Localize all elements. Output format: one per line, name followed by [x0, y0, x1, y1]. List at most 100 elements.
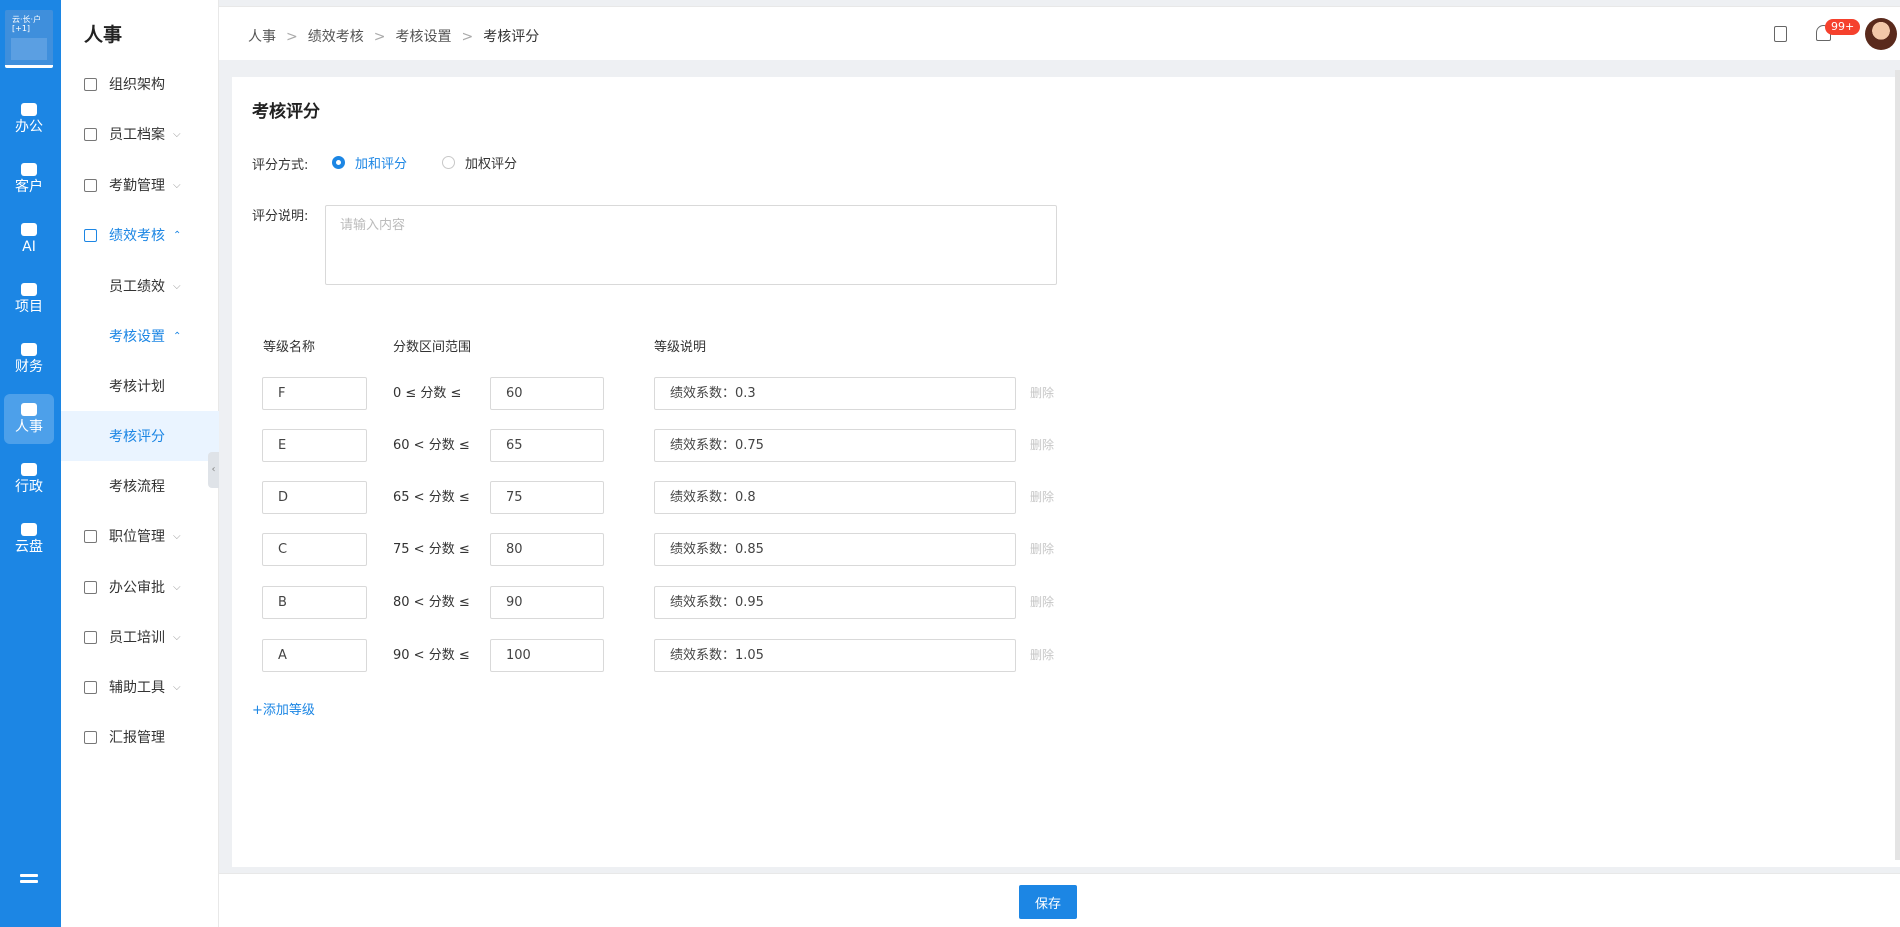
rail-item-cloud[interactable]: 云盘 — [4, 514, 54, 564]
level-desc-input[interactable]: 绩效系数：0.3 — [654, 377, 1016, 410]
sidebar-sub-employee-performance[interactable]: 员工绩效 ⌵ — [61, 261, 219, 311]
radio-weighted-scoring[interactable]: 加权评分 — [442, 153, 517, 172]
report-icon — [84, 730, 97, 744]
sidebar-item-tools[interactable]: 辅助工具 ⌵ — [61, 662, 219, 712]
delete-level-button[interactable]: 删除 — [1030, 586, 1054, 619]
scoring-card: 考核评分 评分方式: 加和评分 加权评分 评分说明: 请输入内容 等级名称 分数… — [232, 77, 1900, 867]
chevron-down-icon: ⌵ — [173, 581, 181, 593]
level-name-input[interactable]: C — [262, 533, 367, 566]
logo-text: 云·长·户 [+1] — [12, 15, 42, 33]
breadcrumb: 人事 > 绩效考核 > 考核设置 > 考核评分 — [248, 29, 540, 45]
id-badge-icon — [21, 403, 37, 416]
level-desc-input[interactable]: 绩效系数：0.85 — [654, 533, 1016, 566]
delete-level-button[interactable]: 删除 — [1030, 533, 1054, 566]
delete-level-button[interactable]: 删除 — [1030, 429, 1054, 462]
rail-item-admin[interactable]: 行政 — [4, 454, 54, 504]
level-name-input[interactable]: A — [262, 639, 367, 672]
breadcrumb-item[interactable]: 人事 — [248, 29, 276, 45]
footer-bar: 保存 — [219, 873, 1900, 927]
level-name-input[interactable]: D — [262, 481, 367, 514]
description-label: 评分说明: — [252, 209, 309, 224]
chart-icon — [84, 228, 97, 242]
level-name-input[interactable]: F — [262, 377, 367, 410]
page-title: 考核评分 — [252, 102, 320, 122]
range-max-input[interactable]: 80 — [490, 533, 604, 566]
money-bag-icon — [21, 343, 37, 356]
scrollbar[interactable] — [1895, 70, 1900, 860]
avatar[interactable] — [1865, 18, 1897, 50]
sidebar-item-reports[interactable]: 汇报管理 — [61, 712, 219, 762]
rail-item-project[interactable]: 项目 — [4, 274, 54, 324]
approve-icon — [84, 580, 97, 594]
chevron-down-icon: ⌵ — [173, 681, 181, 693]
ai-icon — [21, 223, 37, 236]
training-icon — [84, 630, 97, 644]
column-header-score-range: 分数区间范围 — [393, 340, 472, 355]
delete-level-button[interactable]: 删除 — [1030, 481, 1054, 514]
save-button[interactable]: 保存 — [1019, 885, 1077, 919]
admin-card-icon — [21, 463, 37, 476]
rail-item-hr[interactable]: 人事 — [4, 394, 54, 444]
sidebar-sub-assessment-scoring[interactable]: 考核评分 — [61, 411, 219, 461]
level-desc-input[interactable]: 绩效系数：1.05 — [654, 639, 1016, 672]
sidebar-sub-assessment-flow[interactable]: 考核流程 — [61, 461, 219, 511]
level-desc-input[interactable]: 绩效系数：0.75 — [654, 429, 1016, 462]
folder-icon — [21, 283, 37, 296]
doc-icon — [84, 529, 97, 543]
hr-sidebar: 人事 组织架构 员工档案 ⌵ 考勤管理 ⌵ 绩效考核 ⌃ 员工绩效 ⌵ 考核设置… — [61, 0, 219, 927]
sidebar-sub-assessment-plan[interactable]: 考核计划 — [61, 361, 219, 411]
add-level-link[interactable]: +添加等级 — [252, 699, 315, 718]
file-icon — [84, 127, 97, 141]
level-name-input[interactable]: E — [262, 429, 367, 462]
sidebar-item-training[interactable]: 员工培训 ⌵ — [61, 612, 219, 662]
chevron-up-icon: ⌃ — [173, 330, 182, 342]
chevron-down-icon: ⌵ — [173, 631, 181, 643]
breadcrumb-item[interactable]: 绩效考核 — [308, 29, 364, 45]
sidebar-item-employee-files[interactable]: 员工档案 ⌵ — [61, 109, 219, 159]
sidebar-sub-assessment-settings[interactable]: 考核设置 ⌃ — [61, 311, 219, 361]
range-max-input[interactable]: 90 — [490, 586, 604, 619]
range-max-input[interactable]: 75 — [490, 481, 604, 514]
description-textarea[interactable]: 请输入内容 — [325, 205, 1057, 285]
breadcrumb-current: 考核评分 — [483, 29, 540, 45]
radio-sum-scoring[interactable]: 加和评分 — [332, 153, 407, 172]
scoring-method-label: 评分方式: — [252, 158, 309, 173]
breadcrumb-item[interactable]: 考核设置 — [395, 29, 451, 45]
delete-level-button[interactable]: 删除 — [1030, 377, 1054, 410]
range-label: 60 < 分数 ≤ — [393, 438, 470, 453]
settings-stack-icon[interactable] — [20, 874, 38, 888]
delete-level-button[interactable]: 删除 — [1030, 639, 1054, 672]
level-desc-input[interactable]: 绩效系数：0.95 — [654, 586, 1016, 619]
rail-item-finance[interactable]: 财务 — [4, 334, 54, 384]
chevron-down-icon: ⌵ — [173, 128, 181, 140]
level-desc-input[interactable]: 绩效系数：0.8 — [654, 481, 1016, 514]
range-label: 0 ≤ 分数 ≤ — [393, 386, 462, 401]
range-label: 75 < 分数 ≤ — [393, 542, 470, 557]
sidebar-title: 人事 — [84, 24, 123, 46]
org-chart-icon — [84, 77, 97, 91]
rail-item-office[interactable]: 办公 — [4, 94, 54, 144]
range-label: 80 < 分数 ≤ — [393, 595, 470, 610]
range-max-input[interactable]: 65 — [490, 429, 604, 462]
checkbox-icon — [84, 178, 97, 192]
notebook-icon[interactable] — [1774, 26, 1787, 42]
radio-dot-icon — [442, 156, 455, 169]
sidebar-item-performance[interactable]: 绩效考核 ⌃ — [61, 210, 219, 260]
sidebar-item-attendance[interactable]: 考勤管理 ⌵ — [61, 160, 219, 210]
chevron-up-icon: ⌃ — [173, 229, 182, 241]
column-header-level-desc: 等级说明 — [654, 340, 707, 355]
radio-dot-icon — [332, 156, 345, 169]
sidebar-item-approval[interactable]: 办公审批 ⌵ — [61, 562, 219, 612]
rail-item-ai[interactable]: AI — [4, 214, 54, 264]
rail-item-customer[interactable]: 客户 — [4, 154, 54, 204]
sidebar-collapse-handle[interactable]: ‹ — [208, 452, 219, 488]
range-max-input[interactable]: 60 — [490, 377, 604, 410]
sidebar-item-positions[interactable]: 职位管理 ⌵ — [61, 511, 219, 561]
range-label: 90 < 分数 ≤ — [393, 648, 470, 663]
range-label: 65 < 分数 ≤ — [393, 490, 470, 505]
sidebar-item-org[interactable]: 组织架构 — [61, 59, 219, 109]
level-name-input[interactable]: B — [262, 586, 367, 619]
company-logo[interactable]: 云·长·户 [+1] — [5, 10, 53, 68]
chevron-down-icon: ⌵ — [173, 530, 181, 542]
range-max-input[interactable]: 100 — [490, 639, 604, 672]
